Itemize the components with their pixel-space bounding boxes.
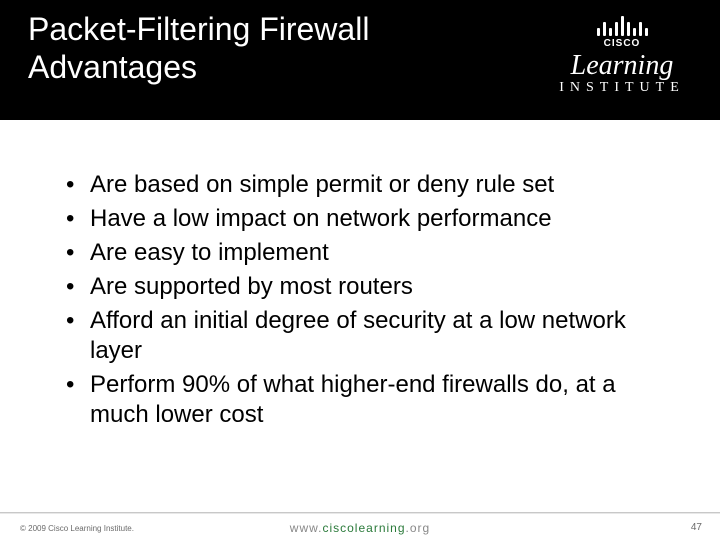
logo-learning-text: Learning [542, 53, 702, 78]
url-suffix: .org [406, 521, 431, 535]
slide-body: Are based on simple permit or deny rule … [0, 120, 720, 510]
footer-inner: © 2009 Cisco Learning Institute. www.cis… [0, 513, 720, 540]
slide-number: 47 [691, 522, 702, 533]
list-item: Are based on simple permit or deny rule … [60, 170, 660, 200]
copyright-text: © 2009 Cisco Learning Institute. [20, 524, 134, 533]
list-item: Perform 90% of what higher-end firewalls… [60, 370, 660, 430]
cisco-learning-logo: CISCO Learning INSTITUTE [542, 14, 702, 96]
slide-footer: © 2009 Cisco Learning Institute. www.cis… [0, 512, 720, 540]
list-item: Are supported by most routers [60, 272, 660, 302]
footer-url: www.ciscolearning.org [290, 521, 430, 535]
logo-institute-text: INSTITUTE [542, 80, 702, 96]
url-mid: ciscolearning [322, 521, 405, 535]
title-line-1: Packet-Filtering Firewall [28, 11, 369, 47]
logo-brand-text: CISCO [542, 38, 702, 49]
slide-title: Packet-Filtering Firewall Advantages [28, 10, 369, 87]
url-prefix: www. [290, 521, 323, 535]
cisco-bars-icon [542, 14, 702, 36]
slide-header: Packet-Filtering Firewall Advantages CIS… [0, 0, 720, 120]
list-item: Have a low impact on network performance [60, 204, 660, 234]
bullet-list: Are based on simple permit or deny rule … [60, 170, 660, 430]
title-line-2: Advantages [28, 49, 197, 85]
list-item: Afford an initial degree of security at … [60, 306, 660, 366]
list-item: Are easy to implement [60, 238, 660, 268]
